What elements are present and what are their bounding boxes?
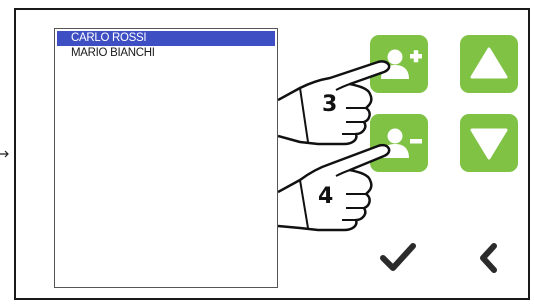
screen: CARLO ROSSI MARIO BIANCHI 3 4: [0, 0, 534, 306]
list-item-selected[interactable]: CARLO ROSSI: [57, 31, 275, 46]
scroll-down-button[interactable]: [460, 114, 518, 172]
step-number-label: 4: [318, 184, 334, 209]
pointing-hand-callout-remove: 4: [277, 140, 408, 240]
confirm-button[interactable]: [378, 238, 418, 278]
triangle-up-icon: [470, 47, 508, 79]
list-item[interactable]: MARIO BIANCHI: [55, 46, 277, 61]
contact-name: CARLO ROSSI: [71, 32, 147, 44]
contact-list[interactable]: CARLO ROSSI MARIO BIANCHI: [54, 28, 278, 288]
triangle-down-icon: [470, 128, 508, 160]
chevron-left-icon: [480, 243, 497, 273]
step-number-label: 3: [322, 92, 338, 117]
checkmark-icon: [380, 243, 416, 271]
scroll-up-button[interactable]: [460, 35, 518, 93]
back-button[interactable]: [470, 238, 510, 278]
pointing-hand-icon: [277, 143, 391, 232]
arrow-right-icon: [0, 150, 9, 158]
contact-name: MARIO BIANCHI: [71, 47, 155, 59]
